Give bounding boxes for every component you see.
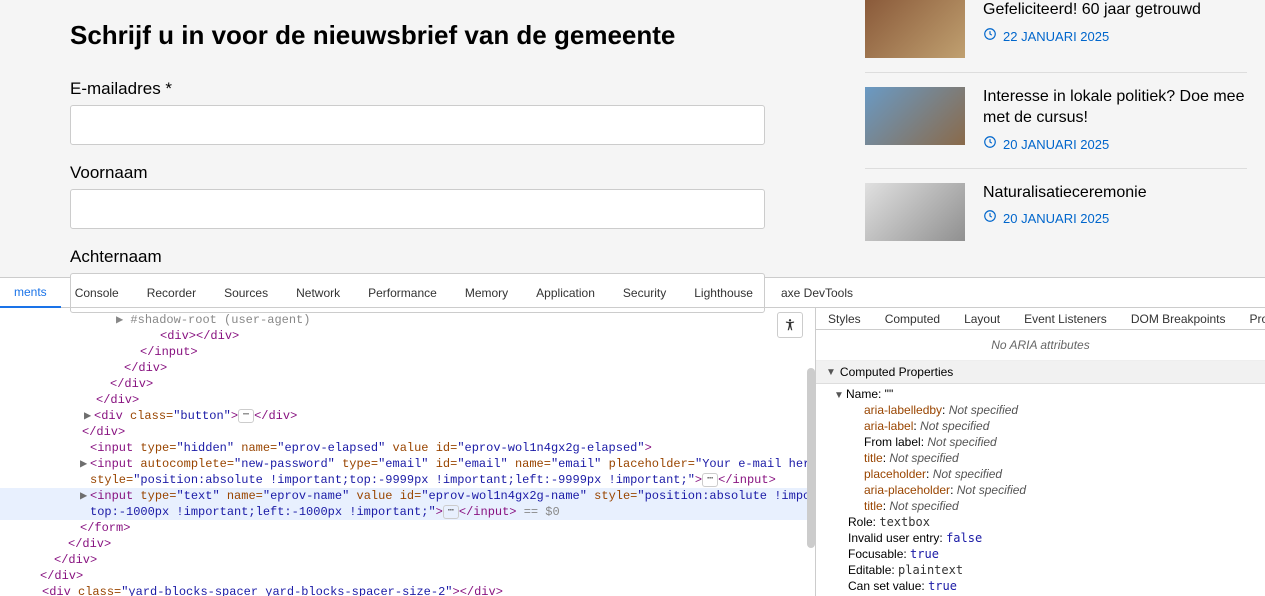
computed-properties-header[interactable]: ▼Computed Properties [816,361,1265,384]
prop-subrow: aria-placeholder: Not specified [816,482,1265,498]
form-title: Schrijf u in voor de nieuwsbrief van de … [70,20,795,51]
prop-subrow: title: Not specified [816,450,1265,466]
news-thumbnail [865,183,965,241]
newsletter-form: Schrijf u in voor de nieuwsbrief van de … [0,0,865,277]
devtools-panel: ments Console Recorder Sources Network P… [0,277,1265,596]
clock-icon [983,209,997,228]
prop-row[interactable]: ▼Name: "" [816,386,1265,402]
subtab-properties[interactable]: Prop [1238,308,1265,330]
prop-row: Can set value: true [816,578,1265,594]
prop-subrow: From label: Not specified [816,434,1265,450]
devtools-tabbar: ments Console Recorder Sources Network P… [0,278,1265,308]
prop-subrow: aria-labelledby: Not specified [816,402,1265,418]
clock-icon [983,27,997,46]
firstname-input[interactable] [70,189,765,229]
code-line: ▶<input autocomplete="new-password" type… [0,456,815,472]
code-line: </div> [0,424,815,440]
code-line: ▶ #shadow-root (user-agent) [0,312,815,328]
news-item[interactable]: Gefeliciteerd! 60 jaar getrouwd 22 JANUA… [865,0,1247,72]
news-title: Gefeliciteerd! 60 jaar getrouwd [983,0,1247,21]
code-line: </div> [0,392,815,408]
code-line-selected[interactable]: top:-1000px !important;left:-1000px !imp… [0,504,815,520]
prop-subrow: placeholder: Not specified [816,466,1265,482]
tab-memory[interactable]: Memory [451,278,522,308]
no-aria-message: No ARIA attributes [816,330,1265,361]
tab-application[interactable]: Application [522,278,609,308]
tab-network[interactable]: Network [282,278,354,308]
tab-recorder[interactable]: Recorder [133,278,210,308]
code-line: <input type="hidden" name="eprov-elapsed… [0,440,815,456]
styles-tabbar: Styles Computed Layout Event Listeners D… [816,308,1265,330]
lastname-label: Achternaam [70,247,795,267]
subtab-styles[interactable]: Styles [816,308,873,330]
code-line: <div></div> [0,328,815,344]
news-title: Interesse in lokale politiek? Doe mee me… [983,87,1247,129]
news-item[interactable]: Naturalisatieceremonie 20 JANUARI 2025 [865,168,1247,255]
prop-subrow: aria-label: Not specified [816,418,1265,434]
news-date: 22 JANUARI 2025 [1003,29,1109,44]
news-date: 20 JANUARI 2025 [1003,211,1109,226]
tab-sources[interactable]: Sources [210,278,282,308]
email-input[interactable] [70,105,765,145]
subtab-dombreakpoints[interactable]: DOM Breakpoints [1119,308,1238,330]
tab-performance[interactable]: Performance [354,278,451,308]
code-line: </div> [0,360,815,376]
prop-row: Focusable: true [816,546,1265,562]
prop-subrow: title: Not specified [816,498,1265,514]
subtab-computed[interactable]: Computed [873,308,952,330]
subtab-eventlisteners[interactable]: Event Listeners [1012,308,1119,330]
prop-row: Editable: plaintext [816,562,1265,578]
code-line: </form> [0,520,815,536]
code-line: </div> [0,552,815,568]
news-sidebar: Gefeliciteerd! 60 jaar getrouwd 22 JANUA… [865,0,1265,277]
code-line: <div class="yard-blocks-spacer yard-bloc… [0,584,815,596]
elements-tree[interactable]: ▶ #shadow-root (user-agent) <div></div> … [0,308,815,596]
news-item[interactable]: Interesse in lokale politiek? Doe mee me… [865,72,1247,168]
news-thumbnail [865,87,965,145]
tab-console[interactable]: Console [61,278,133,308]
accessibility-button[interactable] [777,312,803,338]
news-date: 20 JANUARI 2025 [1003,137,1109,152]
code-line: </input> [0,344,815,360]
subtab-layout[interactable]: Layout [952,308,1012,330]
prop-row: Role: textbox [816,514,1265,530]
news-thumbnail [865,0,965,58]
code-line-selected[interactable]: ▶<input type="text" name="eprov-name" va… [0,488,815,504]
code-line: </div> [0,536,815,552]
email-label: E-mailadres * [70,79,795,99]
code-line: ▶<div class="button">⋯</div> [0,408,815,424]
firstname-label: Voornaam [70,163,795,183]
prop-row: Invalid user entry: false [816,530,1265,546]
code-line: style="position:absolute !important;top:… [0,472,815,488]
tab-axedevtools[interactable]: axe DevTools [767,278,867,308]
scrollbar[interactable] [807,368,815,548]
tab-elements[interactable]: ments [0,278,61,308]
news-title: Naturalisatieceremonie [983,183,1247,204]
code-line: </div> [0,568,815,584]
clock-icon [983,135,997,154]
code-line: </div> [0,376,815,392]
styles-panel: Styles Computed Layout Event Listeners D… [815,308,1265,596]
tab-lighthouse[interactable]: Lighthouse [680,278,767,308]
tab-security[interactable]: Security [609,278,680,308]
